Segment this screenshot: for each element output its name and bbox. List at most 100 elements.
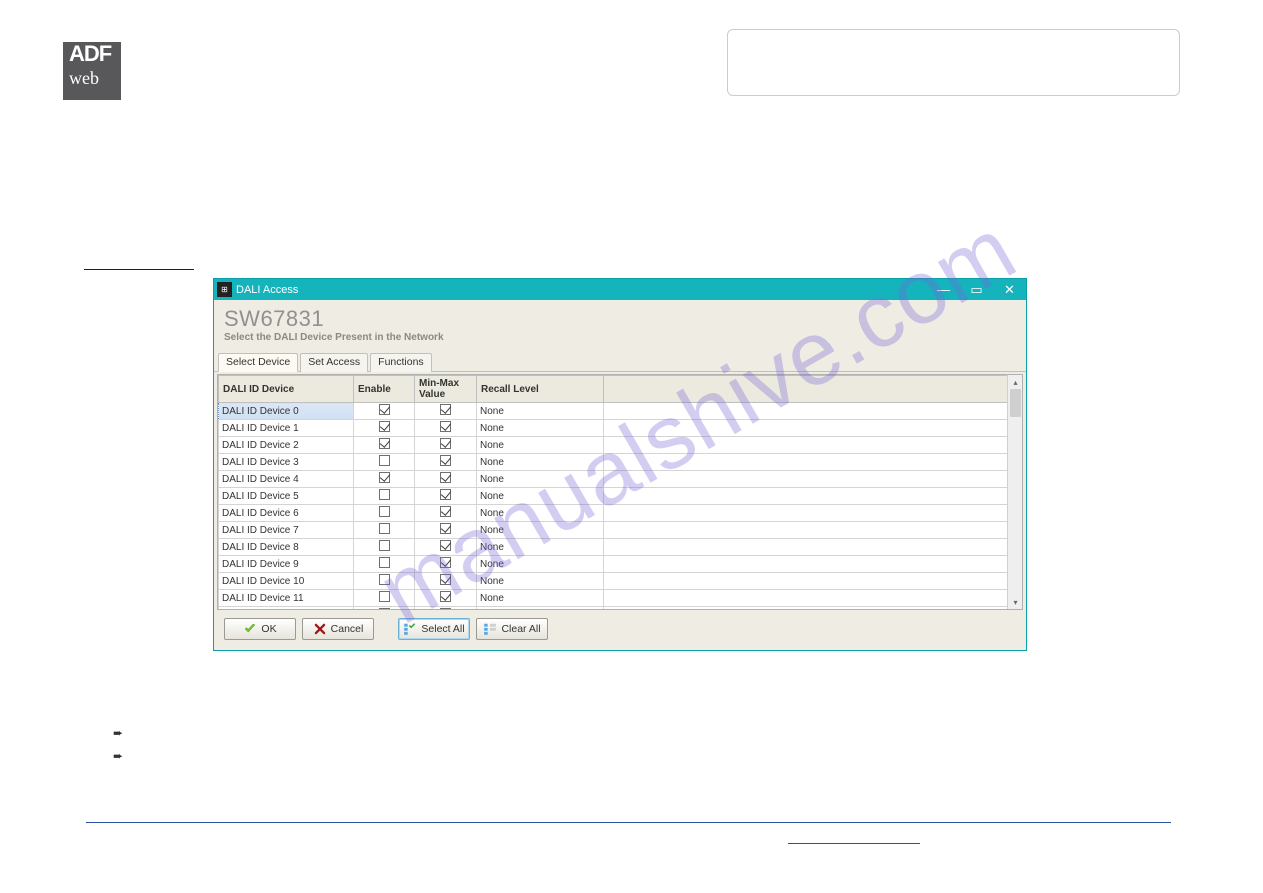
minmax-cell[interactable] [415, 471, 477, 488]
enable-checkbox[interactable] [379, 591, 390, 602]
select-all-button[interactable]: Select All [398, 618, 470, 640]
minmax-cell[interactable] [415, 437, 477, 454]
table-row[interactable]: DALI ID Device 12 None [219, 607, 1022, 610]
device-name-cell[interactable]: DALI ID Device 1 [219, 420, 354, 437]
scroll-up-icon[interactable]: ▴ [1008, 375, 1022, 389]
minmax-cell[interactable] [415, 590, 477, 607]
enable-cell[interactable] [354, 437, 415, 454]
vertical-scrollbar[interactable]: ▴ ▾ [1007, 375, 1022, 609]
table-row[interactable]: DALI ID Device 7 None [219, 522, 1022, 539]
device-name-cell[interactable]: DALI ID Device 6 [219, 505, 354, 522]
enable-checkbox[interactable] [379, 489, 390, 500]
enable-checkbox[interactable] [379, 438, 390, 449]
table-row[interactable]: DALI ID Device 2 None [219, 437, 1022, 454]
tab-select-device[interactable]: Select Device [218, 353, 298, 372]
minmax-checkbox[interactable] [440, 506, 451, 517]
minmax-checkbox[interactable] [440, 455, 451, 466]
device-name-cell[interactable]: DALI ID Device 10 [219, 573, 354, 590]
enable-cell[interactable] [354, 420, 415, 437]
enable-checkbox[interactable] [379, 506, 390, 517]
enable-checkbox[interactable] [379, 455, 390, 466]
table-row[interactable]: DALI ID Device 4None [219, 471, 1022, 488]
ok-button[interactable]: OK [224, 618, 296, 640]
enable-cell[interactable] [354, 488, 415, 505]
table-row[interactable]: DALI ID Device 1 None [219, 420, 1022, 437]
col-minmax[interactable]: Min-Max Value [415, 376, 477, 403]
minmax-checkbox[interactable] [440, 608, 451, 609]
minmax-cell[interactable] [415, 539, 477, 556]
minmax-checkbox[interactable] [440, 591, 451, 602]
minmax-checkbox[interactable] [440, 523, 451, 534]
minmax-checkbox[interactable] [440, 438, 451, 449]
device-name-cell[interactable]: DALI ID Device 4 [219, 471, 354, 488]
minmax-cell[interactable] [415, 607, 477, 610]
device-name-cell[interactable]: DALI ID Device 2 [219, 437, 354, 454]
minimize-button[interactable]: — [927, 279, 960, 300]
enable-checkbox[interactable] [379, 421, 390, 432]
enable-checkbox[interactable] [379, 557, 390, 568]
minmax-cell[interactable] [415, 573, 477, 590]
recall-cell[interactable]: None [477, 505, 604, 522]
enable-checkbox[interactable] [379, 608, 390, 609]
minmax-checkbox[interactable] [440, 540, 451, 551]
recall-cell[interactable]: None [477, 539, 604, 556]
tab-functions[interactable]: Functions [370, 353, 432, 372]
enable-cell[interactable] [354, 556, 415, 573]
maximize-button[interactable]: ▭ [960, 279, 993, 300]
table-row[interactable]: DALI ID Device 5None [219, 488, 1022, 505]
table-row[interactable]: DALI ID Device 8 None [219, 539, 1022, 556]
enable-cell[interactable] [354, 471, 415, 488]
device-name-cell[interactable]: DALI ID Device 9 [219, 556, 354, 573]
enable-checkbox[interactable] [379, 540, 390, 551]
device-name-cell[interactable]: DALI ID Device 5 [219, 488, 354, 505]
enable-cell[interactable] [354, 573, 415, 590]
close-button[interactable]: ✕ [993, 279, 1026, 300]
recall-cell[interactable]: None [477, 403, 604, 420]
minmax-cell[interactable] [415, 505, 477, 522]
device-name-cell[interactable]: DALI ID Device 12 [219, 607, 354, 610]
minmax-checkbox[interactable] [440, 472, 451, 483]
titlebar[interactable]: ⊞ DALI Access — ▭ ✕ [214, 279, 1026, 300]
minmax-checkbox[interactable] [440, 421, 451, 432]
device-name-cell[interactable]: DALI ID Device 8 [219, 539, 354, 556]
enable-checkbox[interactable] [379, 472, 390, 483]
tab-set-access[interactable]: Set Access [300, 353, 368, 372]
table-row[interactable]: DALI ID Device 10 None [219, 573, 1022, 590]
col-enable[interactable]: Enable [354, 376, 415, 403]
minmax-cell[interactable] [415, 420, 477, 437]
recall-cell[interactable]: None [477, 522, 604, 539]
enable-cell[interactable] [354, 403, 415, 420]
device-name-cell[interactable]: DALI ID Device 11 [219, 590, 354, 607]
enable-cell[interactable] [354, 607, 415, 610]
col-recall[interactable]: Recall Level [477, 376, 604, 403]
minmax-cell[interactable] [415, 556, 477, 573]
device-name-cell[interactable]: DALI ID Device 7 [219, 522, 354, 539]
minmax-cell[interactable] [415, 488, 477, 505]
minmax-checkbox[interactable] [440, 557, 451, 568]
enable-cell[interactable] [354, 539, 415, 556]
cancel-button[interactable]: Cancel [302, 618, 374, 640]
enable-cell[interactable] [354, 590, 415, 607]
recall-cell[interactable]: None [477, 573, 604, 590]
enable-checkbox[interactable] [379, 523, 390, 534]
recall-cell[interactable]: None [477, 607, 604, 610]
col-id-device[interactable]: DALI ID Device [219, 376, 354, 403]
device-name-cell[interactable]: DALI ID Device 0 [219, 403, 354, 420]
recall-cell[interactable]: None [477, 437, 604, 454]
enable-cell[interactable] [354, 454, 415, 471]
recall-cell[interactable]: None [477, 556, 604, 573]
scroll-down-icon[interactable]: ▾ [1008, 595, 1022, 609]
enable-checkbox[interactable] [379, 404, 390, 415]
scroll-thumb[interactable] [1010, 389, 1021, 417]
table-row[interactable]: DALI ID Device 11 None [219, 590, 1022, 607]
minmax-checkbox[interactable] [440, 404, 451, 415]
minmax-checkbox[interactable] [440, 489, 451, 500]
table-row[interactable]: DALI ID Device 6 None [219, 505, 1022, 522]
minmax-cell[interactable] [415, 522, 477, 539]
minmax-cell[interactable] [415, 403, 477, 420]
enable-cell[interactable] [354, 505, 415, 522]
minmax-checkbox[interactable] [440, 574, 451, 585]
recall-cell[interactable]: None [477, 420, 604, 437]
minmax-cell[interactable] [415, 454, 477, 471]
device-name-cell[interactable]: DALI ID Device 3 [219, 454, 354, 471]
